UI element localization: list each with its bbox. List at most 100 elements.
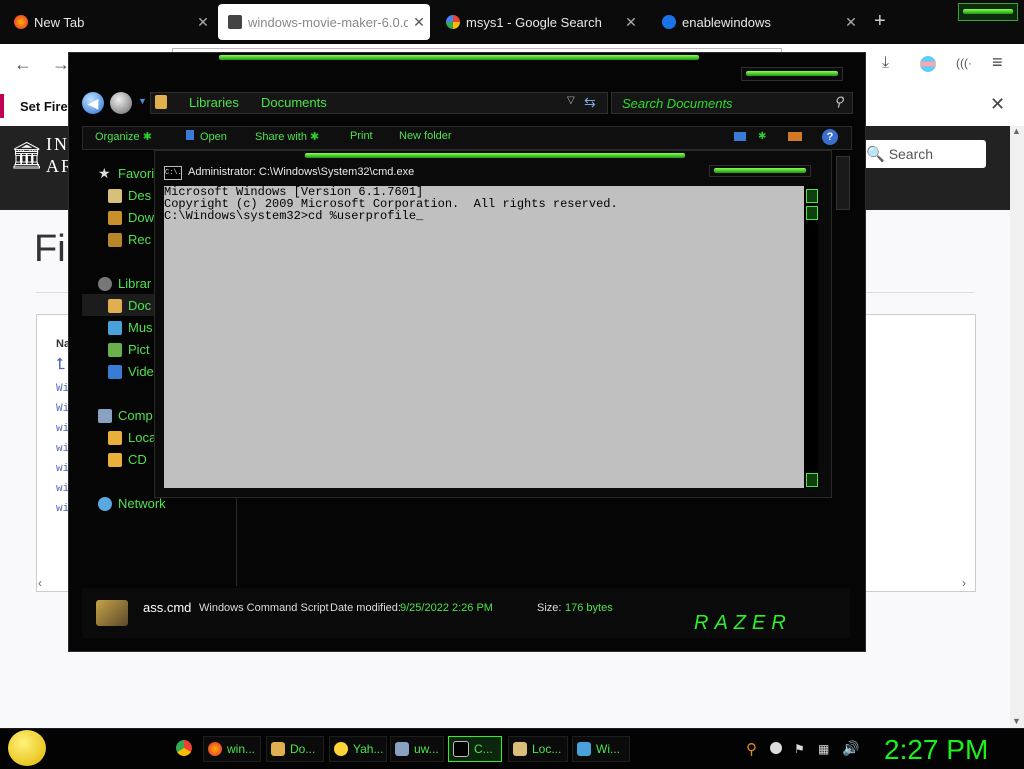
scroll-thumb[interactable] [806, 206, 818, 220]
search-documents-input[interactable]: Search Documents ⚲ [611, 92, 853, 114]
taskbar-item-firefox[interactable]: win... [203, 736, 261, 762]
taskbar-clock[interactable]: 2:27 PM [884, 734, 988, 766]
close-icon[interactable]: ✕ [620, 14, 642, 31]
account-icon[interactable] [920, 56, 936, 72]
close-icon[interactable]: ✕ [408, 14, 430, 31]
taskbar-item-label: Loc... [532, 742, 562, 756]
nav-documents[interactable]: Doc [108, 298, 151, 313]
preview-pane-icon[interactable] [788, 132, 802, 141]
open-button[interactable]: Open [186, 130, 227, 143]
search-placeholder: Search Documents [622, 95, 733, 111]
console-output[interactable]: Microsoft Windows [Version 6.1.7601] Cop… [164, 186, 804, 488]
view-dropdown-icon[interactable]: ✱ [758, 131, 766, 142]
scroll-down-icon[interactable]: ▼ [1012, 716, 1021, 726]
scroll-up-icon[interactable]: ▲ [1012, 126, 1021, 136]
close-icon[interactable]: ✕ [990, 94, 1005, 115]
tray-volume-icon[interactable]: 🔊 [842, 740, 859, 757]
nav-recent[interactable]: Rec [108, 232, 151, 247]
videos-icon [108, 364, 122, 379]
nav-network[interactable]: Network [98, 496, 166, 511]
scroll-down-button[interactable] [806, 473, 818, 487]
scroll-left-icon[interactable]: ‹ [38, 576, 42, 590]
breadcrumb-libraries[interactable]: Libraries [189, 95, 239, 110]
nav-music-label: Mus [128, 320, 153, 335]
share-with-label: Share with [255, 131, 307, 143]
nav-pictures[interactable]: Pict [108, 342, 150, 357]
tray-network-icon[interactable]: ▦ [818, 742, 829, 756]
nav-favorites[interactable]: ★ Favori [98, 165, 154, 182]
edge-icon [662, 15, 676, 29]
archive-logo-icon[interactable]: 🏛 [10, 140, 43, 171]
new-tab-icon[interactable]: + [874, 10, 886, 33]
chevron-down-icon[interactable]: ▽ [567, 95, 575, 106]
tray-flag-icon[interactable]: ⚑ [794, 742, 805, 756]
nav-music[interactable]: Mus [108, 320, 153, 335]
taskbar-item-local[interactable]: Loc... [508, 736, 568, 762]
close-icon[interactable]: ✕ [192, 14, 214, 31]
back-icon[interactable]: ← [14, 54, 32, 75]
taskbar-item-uw[interactable]: uw... [390, 736, 444, 762]
title-glow [219, 55, 699, 60]
archive-icon [228, 15, 242, 29]
nav-local-disk[interactable]: Loca [108, 430, 156, 445]
parent-dir-icon[interactable]: ⮤ [56, 356, 65, 374]
taskbar-item-yahoo[interactable]: Yah... [329, 736, 387, 762]
history-dropdown-icon[interactable]: ▼ [138, 96, 147, 106]
back-icon[interactable]: ◀ [82, 92, 104, 114]
pictures-icon [108, 342, 122, 357]
nav-computer[interactable]: Comp [98, 408, 153, 423]
window-controls[interactable] [958, 3, 1018, 21]
cmd-title: Administrator: C:\Windows\System32\cmd.e… [188, 166, 415, 178]
print-button[interactable]: Print [350, 130, 373, 142]
explorer-scrollbar[interactable] [836, 156, 850, 210]
nav-downloads-label: Dow [128, 210, 155, 225]
taskbar-item-cmd[interactable]: C... [448, 736, 502, 762]
download-icon[interactable]: ⤓ [882, 54, 889, 72]
yahoo-messenger-icon [334, 742, 348, 756]
tab-new-tab[interactable]: New Tab ✕ [4, 4, 214, 40]
address-bar[interactable]: Libraries Documents ▽ [150, 92, 608, 114]
scroll-right-icon[interactable]: › [962, 576, 966, 590]
details-type: Windows Command Script [199, 602, 329, 614]
chrome-icon[interactable] [176, 740, 192, 756]
search-icon: 🔍 [866, 146, 885, 163]
nav-cd-drive-label: CD [128, 452, 147, 467]
nav-desktop[interactable]: Des [108, 188, 151, 203]
refresh-icon[interactable]: ⇆ [584, 94, 596, 111]
nav-cd-drive[interactable]: CD [108, 452, 147, 467]
site-search-input[interactable]: 🔍 Search [858, 140, 986, 168]
nav-libraries[interactable]: Librar [98, 276, 151, 291]
forward-icon[interactable] [110, 92, 132, 114]
tab-enablewindows[interactable]: enablewindows ✕ [652, 4, 862, 40]
search-icon[interactable]: ⚲ [834, 94, 844, 110]
cmd-window-controls[interactable] [709, 165, 811, 177]
tab-label: windows-movie-maker-6.0.d [248, 14, 408, 30]
scroll-up-button[interactable] [806, 189, 818, 203]
close-icon[interactable]: ✕ [840, 14, 862, 31]
start-button-smiley-icon[interactable] [8, 730, 46, 766]
organize-button[interactable]: Organize ✱ [95, 130, 152, 143]
tab-windows-movie-maker[interactable]: windows-movie-maker-6.0.d ✕ [218, 4, 430, 40]
taskbar-item-documents[interactable]: Do... [266, 736, 324, 762]
page-scrollbar[interactable]: ▲ ▼ [1010, 126, 1024, 728]
console-scrollbar[interactable] [804, 186, 818, 488]
taskbar-item-windows[interactable]: Wi... [572, 736, 630, 762]
site-logo-line1: IN [46, 134, 69, 154]
razer-logo: RAZER [694, 612, 792, 634]
nav-videos[interactable]: Vide [108, 364, 154, 379]
notification-accent [0, 94, 4, 118]
tab-google-search[interactable]: msys1 - Google Search ✕ [436, 4, 642, 40]
view-icon[interactable] [734, 132, 746, 141]
search-icon[interactable]: ⚲ [746, 740, 757, 758]
breadcrumb-documents[interactable]: Documents [261, 95, 327, 110]
menu-icon[interactable]: ≡ [992, 52, 1003, 73]
tray-minus-icon[interactable] [770, 742, 782, 754]
share-with-button[interactable]: Share with ✱ [255, 130, 319, 143]
window-controls[interactable] [741, 67, 843, 81]
new-folder-button[interactable]: New folder [399, 130, 452, 142]
nav-recent-label: Rec [128, 232, 152, 247]
extensions-icon[interactable]: (((· [956, 56, 972, 70]
local-disk-icon [108, 430, 122, 445]
nav-downloads[interactable]: Dow [108, 210, 154, 225]
help-icon[interactable]: ? [822, 129, 838, 145]
